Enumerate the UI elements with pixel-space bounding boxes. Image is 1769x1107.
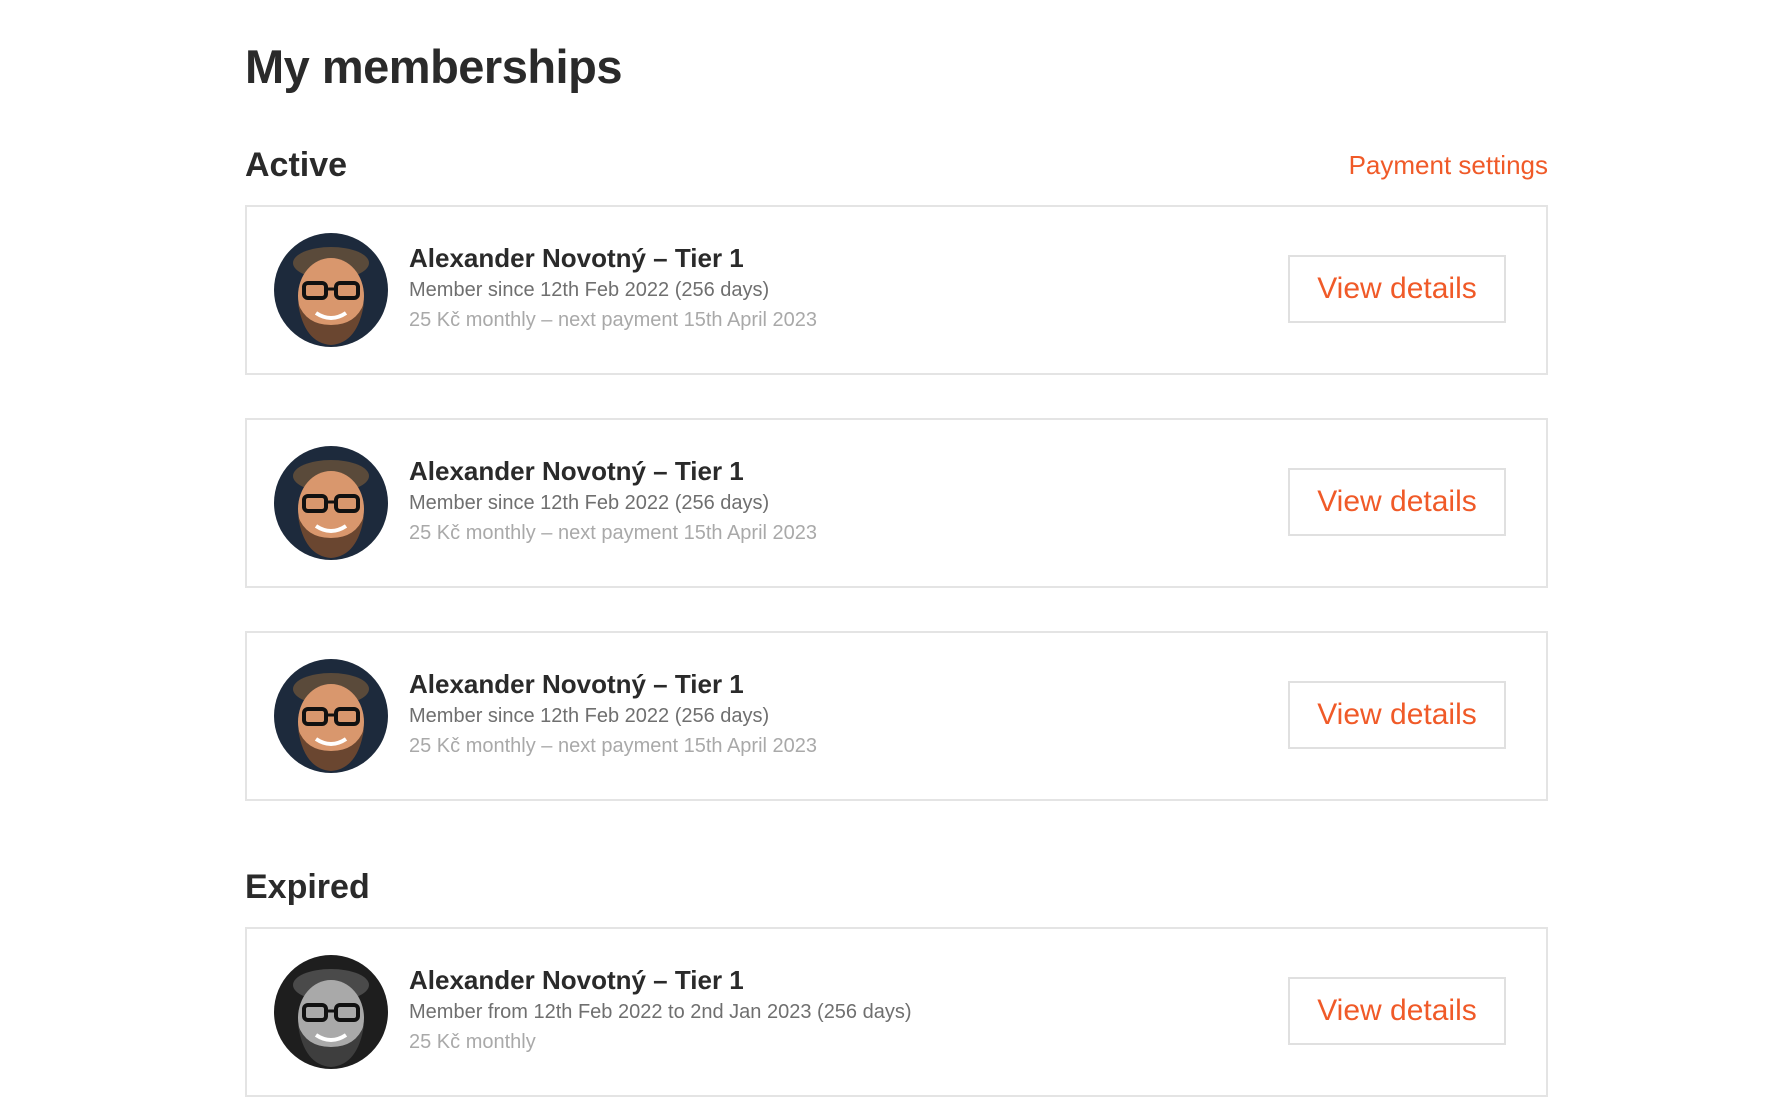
expired-section-title: Expired: [245, 868, 370, 906]
creator-tier-name: Alexander Novotný – Tier 1: [409, 965, 744, 995]
membership-card-expired: Alexander Novotný – Tier 1 Member from 1…: [245, 927, 1548, 1097]
membership-info: Alexander Novotný – Tier 1 Member since …: [409, 241, 817, 335]
creator-tier-name: Alexander Novotný – Tier 1: [409, 669, 744, 699]
page-title: My memberships: [245, 40, 622, 93]
payment-info: 25 Kč monthly: [409, 1031, 536, 1053]
membership-info: Alexander Novotný – Tier 1 Member since …: [409, 667, 817, 761]
member-since: Member since 12th Feb 2022 (256 days): [409, 705, 770, 727]
expired-section-header: Expired: [245, 865, 1548, 909]
member-since: Member since 12th Feb 2022 (256 days): [409, 279, 770, 301]
view-details-button[interactable]: View details: [1288, 468, 1506, 536]
view-details-button[interactable]: View details: [1288, 977, 1506, 1045]
payment-settings-link[interactable]: Payment settings: [1349, 147, 1548, 183]
active-section-title: Active: [245, 146, 348, 184]
member-since: Member since 12th Feb 2022 (256 days): [409, 492, 770, 514]
member-period: Member from 12th Feb 2022 to 2nd Jan 202…: [409, 1001, 912, 1023]
avatar-grayscale: [274, 955, 388, 1069]
creator-tier-name: Alexander Novotný – Tier 1: [409, 456, 744, 486]
avatar: [274, 659, 388, 773]
avatar: [274, 233, 388, 347]
view-details-button[interactable]: View details: [1288, 681, 1506, 749]
membership-card: Alexander Novotný – Tier 1 Member since …: [245, 205, 1548, 375]
membership-info: Alexander Novotný – Tier 1 Member from 1…: [409, 963, 912, 1057]
payment-info: 25 Kč monthly – next payment 15th April …: [409, 522, 818, 544]
membership-info: Alexander Novotný – Tier 1 Member since …: [409, 454, 817, 548]
view-details-button[interactable]: View details: [1288, 255, 1506, 323]
active-section-header: Active Payment settings: [245, 143, 1548, 187]
creator-tier-name: Alexander Novotný – Tier 1: [409, 243, 744, 273]
avatar: [274, 446, 388, 560]
payment-info: 25 Kč monthly – next payment 15th April …: [409, 735, 818, 757]
payment-info: 25 Kč monthly – next payment 15th April …: [409, 309, 818, 331]
membership-card: Alexander Novotný – Tier 1 Member since …: [245, 631, 1548, 801]
membership-card: Alexander Novotný – Tier 1 Member since …: [245, 418, 1548, 588]
